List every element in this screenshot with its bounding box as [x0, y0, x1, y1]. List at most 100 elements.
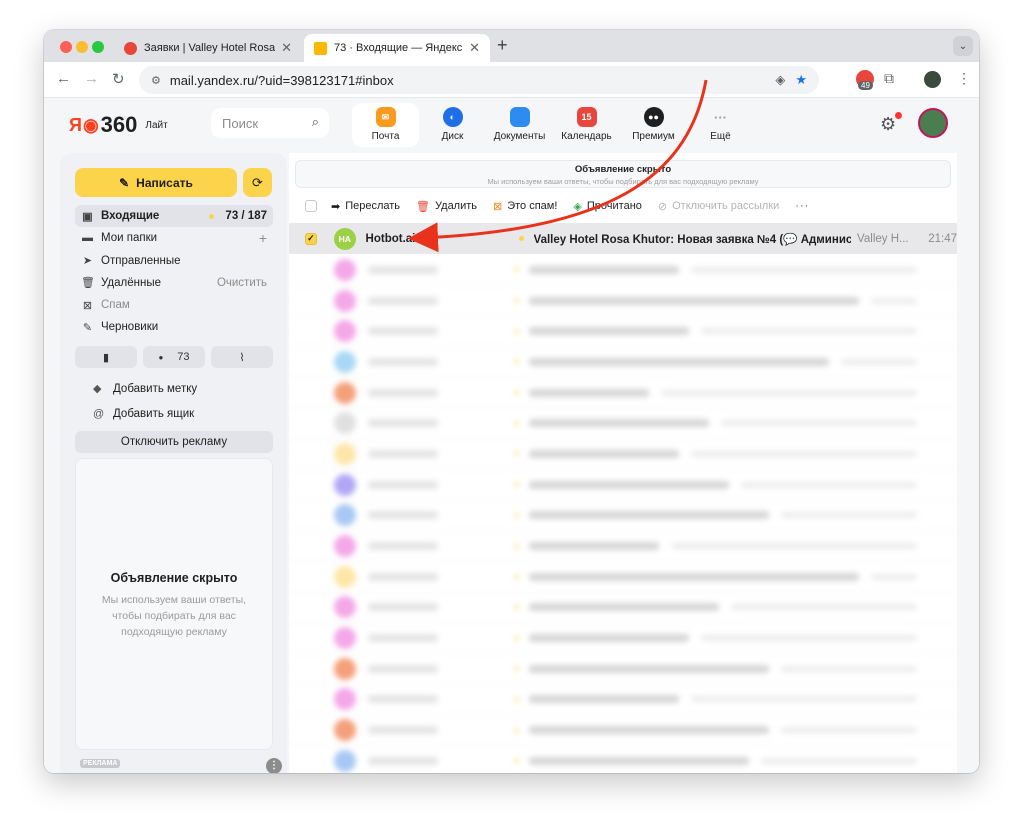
maximize-window-button[interactable]: [92, 41, 104, 53]
sender-avatar: [334, 657, 356, 680]
unread-dot: [514, 543, 519, 549]
reload-icon[interactable]: ↻: [112, 70, 125, 88]
message-preview: [781, 512, 917, 519]
sender-name: [368, 511, 438, 520]
browser-menu-icon[interactable]: ⋮: [957, 70, 971, 87]
address-bar[interactable]: ⚙ mail.yandex.ru/?uid=398123171#inbox ◈ …: [139, 66, 819, 94]
sender-name: [368, 726, 438, 735]
new-tab-button[interactable]: +: [497, 35, 508, 56]
ad-info-icon[interactable]: ⋮: [266, 758, 282, 773]
folder-my-folders[interactable]: ▬ Мои папки +: [75, 227, 273, 249]
yandex-360-logo[interactable]: Я ◉ 360 Лайт: [69, 112, 168, 138]
message-row[interactable]: [289, 685, 957, 716]
message-subject: Valley Hotel Rosa Khutor: Новая заявка №…: [533, 233, 852, 246]
close-window-button[interactable]: [60, 41, 72, 53]
forward-button[interactable]: ➡ Переслать: [331, 200, 400, 213]
unread-dot: [514, 666, 519, 672]
folder-sent[interactable]: ➤ Отправленные: [75, 250, 273, 272]
message-row[interactable]: [289, 593, 957, 624]
logo-mark-icon: ◉: [82, 114, 99, 135]
trash-icon: 🗑: [81, 277, 95, 290]
disable-ads-button[interactable]: Отключить рекламу: [75, 431, 273, 453]
service-documents[interactable]: Документы: [486, 103, 553, 147]
service-label: Диск: [441, 131, 464, 142]
folder-drafts[interactable]: ✎ Черновики: [75, 316, 273, 338]
service-calendar[interactable]: 15 Календарь: [553, 103, 620, 147]
unread-dot: [514, 267, 519, 273]
sender-avatar: [334, 412, 356, 435]
message-row[interactable]: [289, 439, 957, 470]
search-input[interactable]: Поиск ⌕: [211, 108, 329, 138]
url-text: mail.yandex.ru/?uid=398123171#inbox: [169, 72, 394, 88]
refresh-button[interactable]: ⟳: [243, 168, 272, 197]
filter-attachments[interactable]: ⌇: [211, 346, 273, 368]
install-app-icon[interactable]: ◈: [775, 72, 785, 88]
add-label-link[interactable]: ◆ Добавить метку: [93, 376, 197, 401]
message-row[interactable]: [289, 715, 957, 746]
spam-button[interactable]: ⊠ Это спам!: [493, 200, 557, 213]
filter-unread[interactable]: ● 73: [143, 346, 205, 368]
sender-avatar: [334, 289, 356, 312]
folder-trash[interactable]: 🗑 Удалённые Очистить: [75, 272, 273, 294]
clear-trash-button[interactable]: Очистить: [217, 277, 267, 289]
extensions-puzzle-icon[interactable]: ⧉: [884, 70, 894, 87]
unread-dot: [514, 482, 519, 488]
folder-spam[interactable]: ⊠ Спам: [75, 294, 273, 316]
message-row[interactable]: [289, 286, 957, 317]
unsubscribe-button[interactable]: ⊘ Отключить рассылки: [658, 200, 779, 213]
compose-button[interactable]: ✎ Написать: [75, 168, 237, 197]
browser-tab-inbox[interactable]: 73 · Входящие — Яндекс По ✕: [304, 34, 490, 62]
message-row-selected[interactable]: ✓ HA Hotbot.ai Valley Hotel Rosa Khutor:…: [289, 223, 957, 254]
message-row[interactable]: [289, 623, 957, 654]
service-label: Документы: [493, 131, 546, 142]
message-row[interactable]: [289, 531, 957, 562]
sender-avatar: [334, 350, 356, 373]
tab-search-button[interactable]: ⌄: [953, 36, 973, 56]
filter-important[interactable]: ▮: [75, 346, 137, 368]
service-disk[interactable]: ◐ Диск: [419, 103, 486, 147]
service-premium[interactable]: ●● Премиум: [620, 103, 687, 147]
message-subject: [529, 327, 689, 336]
more-actions-button[interactable]: ···: [795, 200, 809, 212]
message-row[interactable]: [289, 378, 957, 409]
delete-button[interactable]: 🗑 Удалить: [416, 200, 477, 213]
add-folder-icon[interactable]: +: [259, 230, 267, 246]
message-row[interactable]: [289, 501, 957, 532]
mark-read-button[interactable]: ◈ Прочитано: [573, 200, 641, 213]
message-checkbox[interactable]: ✓: [305, 232, 317, 245]
message-row[interactable]: [289, 654, 957, 685]
site-info-icon[interactable]: ⚙: [151, 74, 161, 87]
folder-label: Черновики: [101, 321, 159, 334]
message-row[interactable]: [289, 562, 957, 593]
user-avatar[interactable]: [918, 108, 948, 138]
search-icon[interactable]: ⌕: [312, 114, 319, 130]
tab-label: 73 · Входящие — Яндекс По: [334, 42, 463, 54]
browser-tab-requests[interactable]: Заявки | Valley Hotel Rosa Khu ✕: [114, 34, 302, 62]
sidebar: ✎ Написать ⟳ ▣ Входящие 73 / 187 ▬ Мои п…: [60, 153, 287, 773]
message-preview: [781, 727, 917, 734]
message-row[interactable]: [289, 316, 957, 348]
back-icon[interactable]: ←: [56, 70, 71, 87]
bookmark-icon: ▮: [102, 351, 110, 364]
bookmark-star-icon[interactable]: ★: [795, 72, 807, 88]
folder-inbox[interactable]: ▣ Входящие 73 / 187: [75, 205, 273, 227]
calendar-icon: 15: [576, 107, 597, 127]
add-mailbox-link[interactable]: @ Добавить ящик: [93, 401, 197, 426]
message-row[interactable]: [289, 408, 957, 440]
close-tab-icon[interactable]: ✕: [469, 40, 480, 56]
message-row[interactable]: [289, 255, 957, 286]
browser-profile-avatar[interactable]: [924, 71, 941, 88]
minimize-window-button[interactable]: [76, 41, 88, 53]
service-more[interactable]: ··· Ещё: [687, 103, 754, 147]
unread-dot[interactable]: [518, 236, 524, 241]
unread-dot-icon: ●: [158, 352, 164, 362]
forward-icon[interactable]: →: [84, 70, 99, 87]
service-mail[interactable]: ✉ Почта: [352, 103, 419, 147]
message-row[interactable]: [289, 470, 957, 501]
settings-gear-icon[interactable]: ⚙: [880, 114, 896, 135]
close-tab-icon[interactable]: ✕: [281, 40, 292, 56]
folder-count: 73 / 187: [225, 210, 267, 222]
select-all-checkbox[interactable]: [305, 200, 317, 212]
message-row[interactable]: [289, 347, 957, 378]
message-row[interactable]: [289, 746, 957, 773]
